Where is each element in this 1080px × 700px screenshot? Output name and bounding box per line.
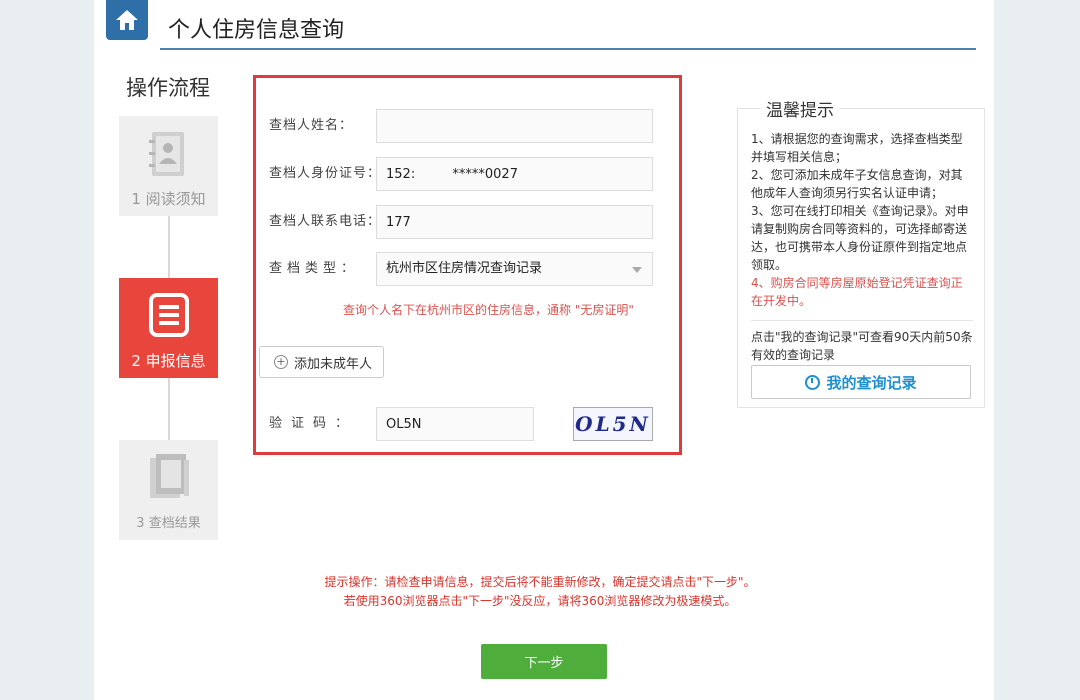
phone-field[interactable]: [376, 205, 653, 239]
tips-list: 1、请根据您的查询需求，选择查档类型并填写相关信息； 2、您可添加未成年子女信息…: [751, 130, 973, 310]
document-list-icon: [148, 292, 190, 342]
query-type-note: 查询个人名下在杭州市区的住房信息，通称 "无房证明": [343, 303, 634, 317]
contact-book-icon: [148, 130, 188, 182]
clock-icon: [805, 374, 821, 390]
step-read-notice: 1 阅读须知: [119, 116, 218, 216]
step-connector: [168, 378, 170, 440]
plus-circle-icon: +: [274, 355, 288, 369]
query-type-select[interactable]: 杭州市区住房情况查询记录: [376, 252, 653, 286]
tips-divider: [751, 320, 973, 321]
browser-hint: 若使用360浏览器点击"下一步"没反应，请将360浏览器修改为极速模式。: [343, 594, 737, 608]
dropdown-arrow-icon: [632, 267, 642, 273]
tip-item: 2、您可添加未成年子女信息查询，对其他成年人查询须另行实名认证申请；: [751, 168, 963, 200]
operation-hint: 提示操作：请检查申请信息，提交后将不能重新修改，确定提交请点击"下一步"。: [324, 575, 756, 589]
page-title: 个人住房信息查询: [168, 18, 345, 43]
name-field[interactable]: [376, 109, 653, 143]
record-note: 点击"我的查询记录"可查看90天内前50条有效的查询记录: [751, 330, 973, 362]
header-divider: [160, 48, 976, 50]
my-query-records-label: 我的查询记录: [826, 373, 917, 392]
step-connector: [168, 216, 170, 278]
step-query-result: 3 查档结果: [119, 440, 218, 540]
query-type-value: 杭州市区住房情况查询记录: [386, 261, 543, 276]
add-minor-button[interactable]: + 添加未成年人: [259, 346, 384, 378]
phone-label: 查档人联系电话：: [269, 214, 382, 229]
steps-title: 操作流程: [126, 76, 210, 100]
add-minor-label: 添加未成年人: [294, 356, 373, 372]
id-number-field[interactable]: [376, 157, 653, 191]
tips-title: 温馨提示: [760, 96, 840, 121]
book-icon: [148, 454, 192, 504]
captcha-image[interactable]: OL5N: [573, 407, 653, 441]
id-label: 查档人身份证号：: [269, 166, 382, 181]
tip-item: 4、购房合同等房屋原始登记凭证查询正在开发中。: [751, 276, 963, 308]
step-label: 2 申报信息: [131, 352, 206, 370]
type-label: 查档类型：: [269, 261, 360, 276]
tip-item: 1、请根据您的查询需求，选择查档类型并填写相关信息；: [751, 132, 963, 164]
captcha-input[interactable]: [376, 407, 534, 441]
step-label: 1 阅读须知: [131, 190, 206, 208]
step-label: 3 查档结果: [136, 516, 201, 531]
tip-item: 3、您可在线打印相关《查询记录》。对申请复制购房合同等资料的，可选择邮寄送达，也…: [751, 204, 969, 272]
step-declare-info: 2 申报信息: [119, 278, 218, 378]
next-step-button[interactable]: 下一步: [481, 644, 607, 679]
my-query-records-button[interactable]: 我的查询记录: [751, 365, 971, 399]
name-label: 查档人姓名：: [269, 118, 354, 133]
captcha-label: 验证码：: [269, 416, 358, 431]
home-icon[interactable]: [106, 0, 148, 40]
